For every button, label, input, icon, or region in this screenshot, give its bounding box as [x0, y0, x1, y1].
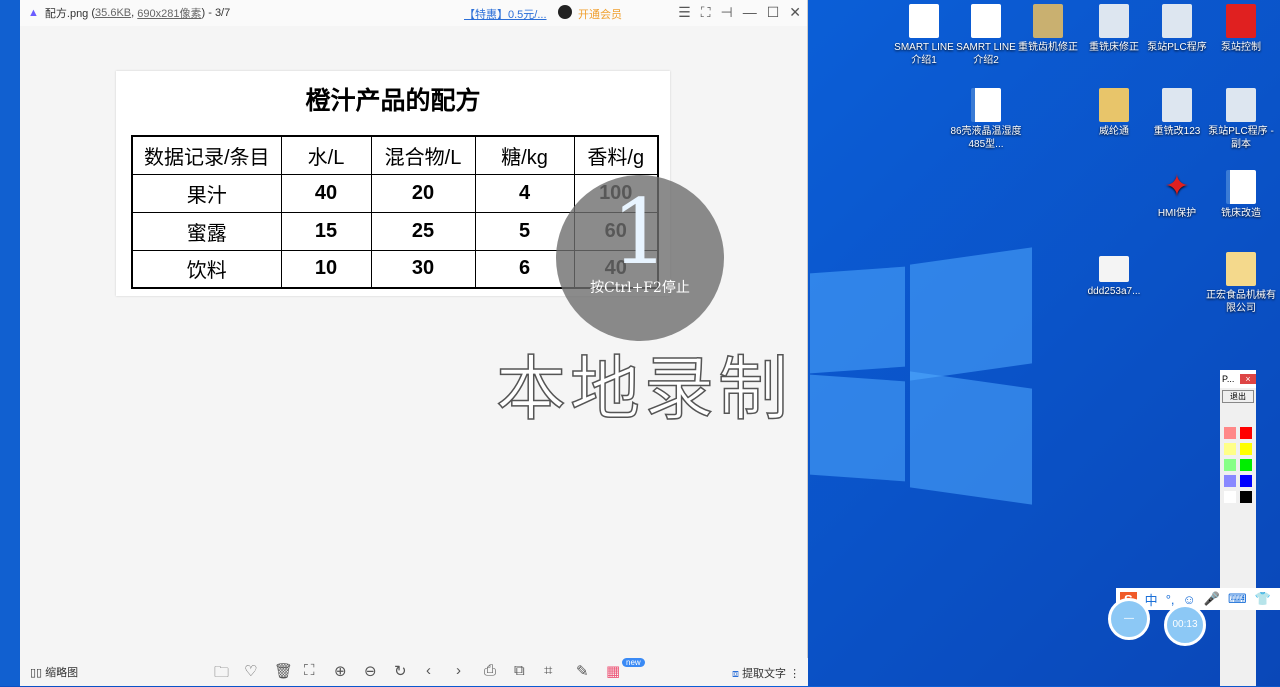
cell: 蜜露 — [131, 211, 282, 251]
desktop-icon[interactable]: 86壳液晶温湿度485型... — [950, 88, 1022, 151]
fullscreen-icon[interactable]: ⛶ — [701, 4, 711, 21]
close-icon[interactable]: ✕ — [789, 4, 801, 21]
ocr-scan-icon[interactable]: ⌗ — [544, 662, 552, 679]
recipe-title: 橙汁产品的配方 — [305, 87, 481, 115]
recorder-bubble[interactable]: — — [1108, 598, 1150, 640]
color-swatch[interactable] — [1240, 491, 1252, 503]
new-badge: new — [622, 658, 645, 667]
filename: 配方.png — [44, 8, 89, 20]
stop-hint: 按Ctrl+F2停止 — [590, 280, 690, 296]
thumbnails-label: 缩略图 — [45, 667, 79, 679]
color-swatch[interactable] — [1240, 475, 1252, 487]
color-swatch[interactable] — [1224, 475, 1236, 487]
rotate-icon[interactable]: ↻ — [394, 662, 407, 680]
color-swatch[interactable] — [1240, 443, 1252, 455]
previous-icon[interactable]: ‹ — [426, 662, 431, 679]
cell: 25 — [370, 211, 476, 251]
desktop-icon[interactable]: 重铣齿机修正 — [1012, 4, 1084, 54]
image-position: 3/7 — [214, 7, 231, 19]
menu-icon[interactable]: ☰ — [678, 4, 691, 21]
desktop-icon[interactable]: 重铣床修正 — [1078, 4, 1150, 54]
convert-icon[interactable]: ⧉ — [514, 662, 525, 679]
promo-link[interactable]: 【特惠】0.5元/... — [464, 6, 547, 22]
edit-icon[interactable]: ✎ — [576, 662, 589, 680]
zoom-out-icon[interactable]: ⊖ — [364, 662, 377, 680]
color-swatch[interactable] — [1224, 459, 1236, 471]
thumbnails-button[interactable]: ▯▯ 缩略图 — [30, 664, 78, 680]
delete-icon[interactable]: 🗑 — [274, 662, 293, 680]
next-icon[interactable]: › — [456, 662, 461, 679]
cell: 10 — [280, 249, 372, 289]
header-cell: 水/L — [280, 135, 372, 175]
color-swatch[interactable] — [1224, 427, 1236, 439]
desktop-left-edge — [0, 0, 20, 686]
maximize-icon[interactable]: ☐ — [767, 4, 780, 21]
favorite-icon[interactable]: ♡ — [244, 662, 257, 680]
color-swatch[interactable] — [1240, 427, 1252, 439]
app-icon: ▲ — [28, 7, 39, 19]
header-cell: 糖/kg — [474, 135, 575, 175]
desktop-icon[interactable]: ✦ HMI保护 — [1141, 170, 1213, 220]
cell: 40 — [280, 173, 372, 213]
skin-icon[interactable]: 👕 — [1255, 591, 1271, 607]
keyboard-icon[interactable]: ⌨ — [1228, 591, 1247, 607]
ime-mode[interactable]: 中 — [1145, 590, 1158, 609]
desktop-icon[interactable]: ddd253a7... — [1078, 256, 1150, 298]
bottom-toolbar: ▯▯ 缩略图 🗀 ♡ 🗑 ⛶ ⊕ ⊖ ↻ ‹ › ⎙ ⧉ ⌗ ✎ ▦ new ⧈… — [20, 658, 808, 686]
vip-button[interactable]: 开通会员 — [578, 6, 622, 22]
extract-text-icon: ⧈ — [732, 668, 743, 680]
extract-text-button[interactable]: ⧈ 提取文字 ⋮ — [732, 665, 800, 681]
desktop-icon[interactable]: 泵站PLC程序 - 副本 — [1205, 88, 1277, 151]
extract-text-label: 提取文字 — [742, 668, 787, 680]
fit-icon[interactable]: ⛶ — [304, 662, 315, 679]
cell: 饮料 — [131, 249, 282, 289]
title-bar: ▲ 配方.png (35.6KB, 690x281像素) - 3/7 【特惠】0… — [20, 0, 807, 26]
cell: 20 — [370, 173, 476, 213]
ime-punct[interactable]: °, — [1166, 592, 1175, 607]
print-icon[interactable]: ⎙ — [484, 662, 496, 679]
minimize-icon[interactable]: — — [743, 4, 757, 21]
desktop-icon[interactable]: 威纶通 — [1078, 88, 1150, 138]
header-cell: 数据记录/条目 — [131, 135, 282, 175]
mic-icon[interactable]: 🎤 — [1204, 591, 1220, 607]
file-size: 35.6KB — [95, 7, 132, 19]
exit-button[interactable]: 退出 — [1222, 390, 1254, 403]
color-swatch[interactable] — [1224, 443, 1236, 455]
header-cell: 香料/g — [573, 135, 659, 175]
cell: 30 — [370, 249, 476, 289]
desktop-icon[interactable]: 泵站PLC程序 — [1141, 4, 1213, 54]
zoom-in-icon[interactable]: ⊕ — [334, 662, 347, 680]
color-swatch[interactable] — [1240, 459, 1252, 471]
recording-timer[interactable]: 00:13 — [1164, 604, 1206, 646]
pen-toolbar: P... × 退出 — [1220, 370, 1256, 686]
open-folder-icon[interactable]: 🗀 — [214, 662, 229, 687]
recording-countdown: 1 按Ctrl+F2停止 — [556, 175, 724, 341]
desktop-icon[interactable]: 泵站控制 — [1205, 4, 1277, 54]
pen-close-icon[interactable]: × — [1240, 374, 1256, 384]
table-header-row: 数据记录/条目 水/L 混合物/L 糖/kg 香料/g — [131, 135, 659, 175]
avatar[interactable] — [558, 5, 572, 19]
pen-title: P... — [1222, 374, 1235, 384]
color-swatch[interactable] — [1224, 491, 1236, 503]
desktop-icon[interactable]: 铣床改造 — [1205, 170, 1277, 220]
recording-watermark: 本地录制 — [495, 347, 792, 431]
desktop-icon[interactable]: 正宏食品机械有限公司 — [1205, 252, 1277, 315]
apps-icon[interactable]: ▦ — [606, 662, 620, 680]
image-dimensions: 690x281像素 — [137, 8, 202, 20]
cell: 果汁 — [131, 173, 282, 213]
countdown-number: 1 — [611, 180, 669, 285]
thumbnails-icon: ▯▯ — [30, 667, 46, 679]
pin-icon[interactable]: ⊣ — [721, 4, 733, 21]
cell: 15 — [280, 211, 372, 251]
windows-logo — [810, 190, 1040, 505]
header-cell: 混合物/L — [370, 135, 476, 175]
desktop-icon[interactable]: 重铣改123 — [1141, 88, 1213, 138]
